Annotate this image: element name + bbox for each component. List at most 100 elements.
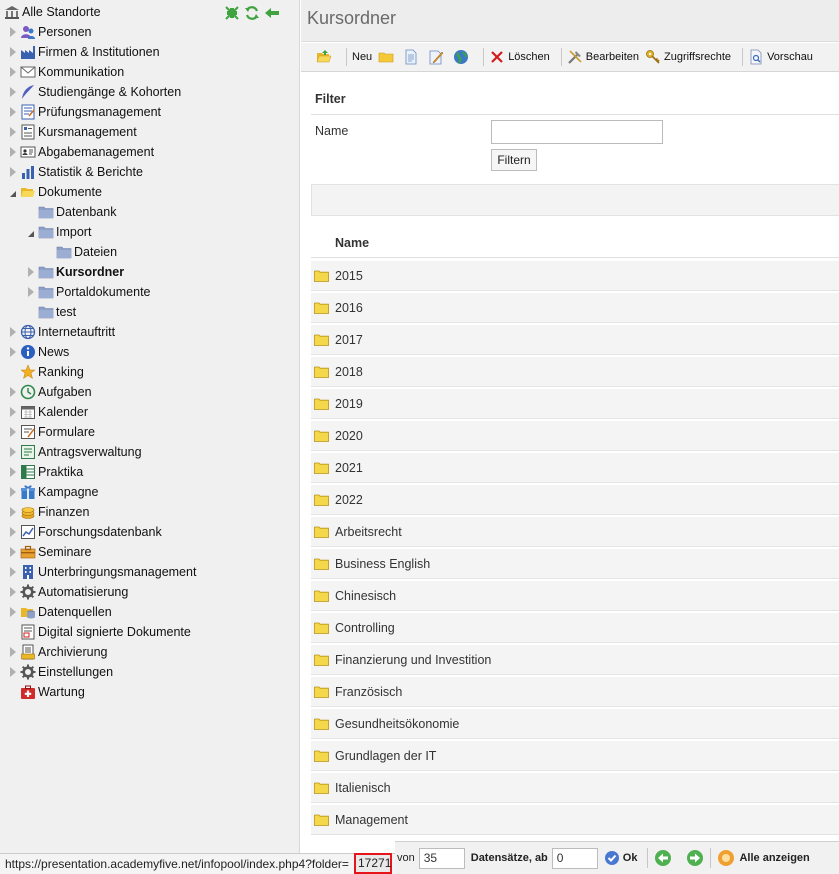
sidebar-item-aufgaben[interactable]: Aufgaben bbox=[8, 382, 92, 402]
collapsed-arrow-icon[interactable] bbox=[8, 442, 18, 462]
list-item[interactable]: 2020 bbox=[311, 421, 839, 451]
open-folder-button[interactable] bbox=[316, 46, 335, 68]
collapsed-arrow-icon[interactable] bbox=[8, 642, 18, 662]
sidebar-item-datenbank[interactable]: Datenbank bbox=[26, 202, 116, 222]
arrow-left-icon[interactable] bbox=[264, 5, 280, 21]
sidebar-item-kursordner[interactable]: Kursordner bbox=[26, 262, 124, 282]
list-item[interactable]: Business English bbox=[311, 549, 839, 579]
collapsed-arrow-icon[interactable] bbox=[8, 402, 18, 422]
collapsed-arrow-icon[interactable] bbox=[26, 262, 36, 282]
sidebar-item-archivierung[interactable]: Archivierung bbox=[8, 642, 107, 662]
sidebar-item-dokumente[interactable]: Dokumente bbox=[8, 182, 102, 202]
sidebar-item-kampagne[interactable]: Kampagne bbox=[8, 482, 98, 502]
pager-start-input[interactable] bbox=[551, 847, 598, 869]
edit-button[interactable]: Bearbeiten bbox=[567, 46, 639, 68]
pager-ok-button[interactable]: Ok bbox=[604, 850, 642, 866]
list-item[interactable]: Finanzierung und Investition bbox=[311, 645, 839, 675]
sidebar-item-wartung[interactable]: Wartung bbox=[8, 682, 85, 702]
collapsed-arrow-icon[interactable] bbox=[8, 62, 18, 82]
sidebar-item-antragsverwaltung[interactable]: Antragsverwaltung bbox=[8, 442, 142, 462]
sidebar-item-digital-signierte-dokumente[interactable]: Digital signierte Dokumente bbox=[8, 622, 191, 642]
sidebar-item-automatisierung[interactable]: Automatisierung bbox=[8, 582, 128, 602]
list-item[interactable]: Französisch bbox=[311, 677, 839, 707]
sidebar-item-firmen-institutionen[interactable]: Firmen & Institutionen bbox=[8, 42, 160, 62]
list-item[interactable]: Management bbox=[311, 805, 839, 835]
sidebar-item-import[interactable]: Import bbox=[26, 222, 91, 242]
sidebar-item-einstellungen[interactable]: Einstellungen bbox=[8, 662, 113, 682]
list-item[interactable]: Grundlagen der IT bbox=[311, 741, 839, 771]
collapsed-arrow-icon[interactable] bbox=[8, 462, 18, 482]
collapsed-arrow-icon[interactable] bbox=[8, 102, 18, 122]
sidebar-item-forschungsdatenbank[interactable]: Forschungsdatenbank bbox=[8, 522, 162, 542]
list-item[interactable]: Arbeitsrecht bbox=[311, 517, 839, 547]
list-item[interactable]: 2018 bbox=[311, 357, 839, 387]
show-all-button[interactable]: Alle anzeigen bbox=[717, 849, 813, 867]
collapsed-arrow-icon[interactable] bbox=[8, 482, 18, 502]
collapsed-arrow-icon[interactable] bbox=[8, 662, 18, 682]
tree-root[interactable]: Alle Standorte bbox=[4, 2, 101, 22]
sidebar-item-personen[interactable]: Personen bbox=[8, 22, 92, 42]
collapsed-arrow-icon[interactable] bbox=[8, 342, 18, 362]
sidebar-item-praktika[interactable]: Praktika bbox=[8, 462, 83, 482]
new-button[interactable]: Neu bbox=[352, 46, 372, 68]
filter-button[interactable]: Filtern bbox=[491, 149, 537, 171]
delete-button[interactable]: Löschen bbox=[489, 46, 550, 68]
sidebar-item-datenquellen[interactable]: Datenquellen bbox=[8, 602, 112, 622]
list-item[interactable]: 2017 bbox=[311, 325, 839, 355]
list-item[interactable]: Gesundheitsökonomie bbox=[311, 709, 839, 739]
sidebar-item-ranking[interactable]: Ranking bbox=[8, 362, 84, 382]
sidebar-item-studiengange-kohorten[interactable]: Studiengänge & Kohorten bbox=[8, 82, 181, 102]
sidebar-item-kommunikation[interactable]: Kommunikation bbox=[8, 62, 124, 82]
new-document-button[interactable] bbox=[403, 46, 422, 68]
sidebar-item-formulare[interactable]: Formulare bbox=[8, 422, 95, 442]
collapsed-arrow-icon[interactable] bbox=[8, 522, 18, 542]
access-rights-button[interactable]: Zugriffsrechte bbox=[645, 46, 731, 68]
collapsed-arrow-icon[interactable] bbox=[8, 562, 18, 582]
list-item[interactable]: 2015 bbox=[311, 261, 839, 291]
sidebar-item-prufungsmanagement[interactable]: Prüfungsmanagement bbox=[8, 102, 161, 122]
collapsed-arrow-icon[interactable] bbox=[8, 122, 18, 142]
collapsed-arrow-icon[interactable] bbox=[8, 162, 18, 182]
pager-prev-button[interactable] bbox=[654, 849, 672, 867]
name-filter-input[interactable] bbox=[491, 120, 663, 144]
collapsed-arrow-icon[interactable] bbox=[8, 502, 18, 522]
sidebar-item-seminare[interactable]: Seminare bbox=[8, 542, 92, 562]
sidebar-item-statistik-berichte[interactable]: Statistik & Berichte bbox=[8, 162, 143, 182]
list-item[interactable]: 2019 bbox=[311, 389, 839, 419]
collapsed-arrow-icon[interactable] bbox=[8, 22, 18, 42]
sidebar-item-test[interactable]: test bbox=[26, 302, 76, 322]
collapsed-arrow-icon[interactable] bbox=[8, 82, 18, 102]
collapsed-arrow-icon[interactable] bbox=[8, 422, 18, 442]
pager-count-input[interactable] bbox=[418, 847, 465, 869]
list-item[interactable]: 2016 bbox=[311, 293, 839, 323]
collapse-icon[interactable] bbox=[224, 5, 240, 21]
expanded-arrow-icon[interactable] bbox=[26, 222, 36, 242]
collapsed-arrow-icon[interactable] bbox=[8, 602, 18, 622]
sidebar-item-abgabemanagement[interactable]: Abgabemanagement bbox=[8, 142, 154, 162]
list-item[interactable]: Chinesisch bbox=[311, 581, 839, 611]
list-item[interactable]: Controlling bbox=[311, 613, 839, 643]
sidebar-item-kursmanagement[interactable]: Kursmanagement bbox=[8, 122, 137, 142]
collapsed-arrow-icon[interactable] bbox=[26, 282, 36, 302]
sidebar-item-portaldokumente[interactable]: Portaldokumente bbox=[26, 282, 151, 302]
expanded-arrow-icon[interactable] bbox=[8, 182, 18, 202]
list-item[interactable]: Italienisch bbox=[311, 773, 839, 803]
sidebar-item-kalender[interactable]: Kalender bbox=[8, 402, 88, 422]
column-header-name[interactable]: Name bbox=[335, 236, 369, 250]
new-folder-button[interactable] bbox=[378, 46, 397, 68]
collapsed-arrow-icon[interactable] bbox=[8, 42, 18, 62]
sidebar-item-news[interactable]: News bbox=[8, 342, 69, 362]
list-item[interactable]: 2022 bbox=[311, 485, 839, 515]
collapsed-arrow-icon[interactable] bbox=[8, 582, 18, 602]
collapsed-arrow-icon[interactable] bbox=[8, 542, 18, 562]
list-item[interactable]: 2021 bbox=[311, 453, 839, 483]
collapsed-arrow-icon[interactable] bbox=[8, 322, 18, 342]
sidebar-item-finanzen[interactable]: Finanzen bbox=[8, 502, 89, 522]
preview-button[interactable]: Vorschau bbox=[748, 46, 813, 68]
refresh-icon[interactable] bbox=[244, 5, 260, 21]
sidebar-item-internetauftritt[interactable]: Internetauftritt bbox=[8, 322, 115, 342]
pager-next-button[interactable] bbox=[686, 849, 704, 867]
sidebar-item-dateien[interactable]: Dateien bbox=[44, 242, 117, 262]
collapsed-arrow-icon[interactable] bbox=[8, 382, 18, 402]
sidebar-item-unterbringungsmanagement[interactable]: Unterbringungsmanagement bbox=[8, 562, 196, 582]
